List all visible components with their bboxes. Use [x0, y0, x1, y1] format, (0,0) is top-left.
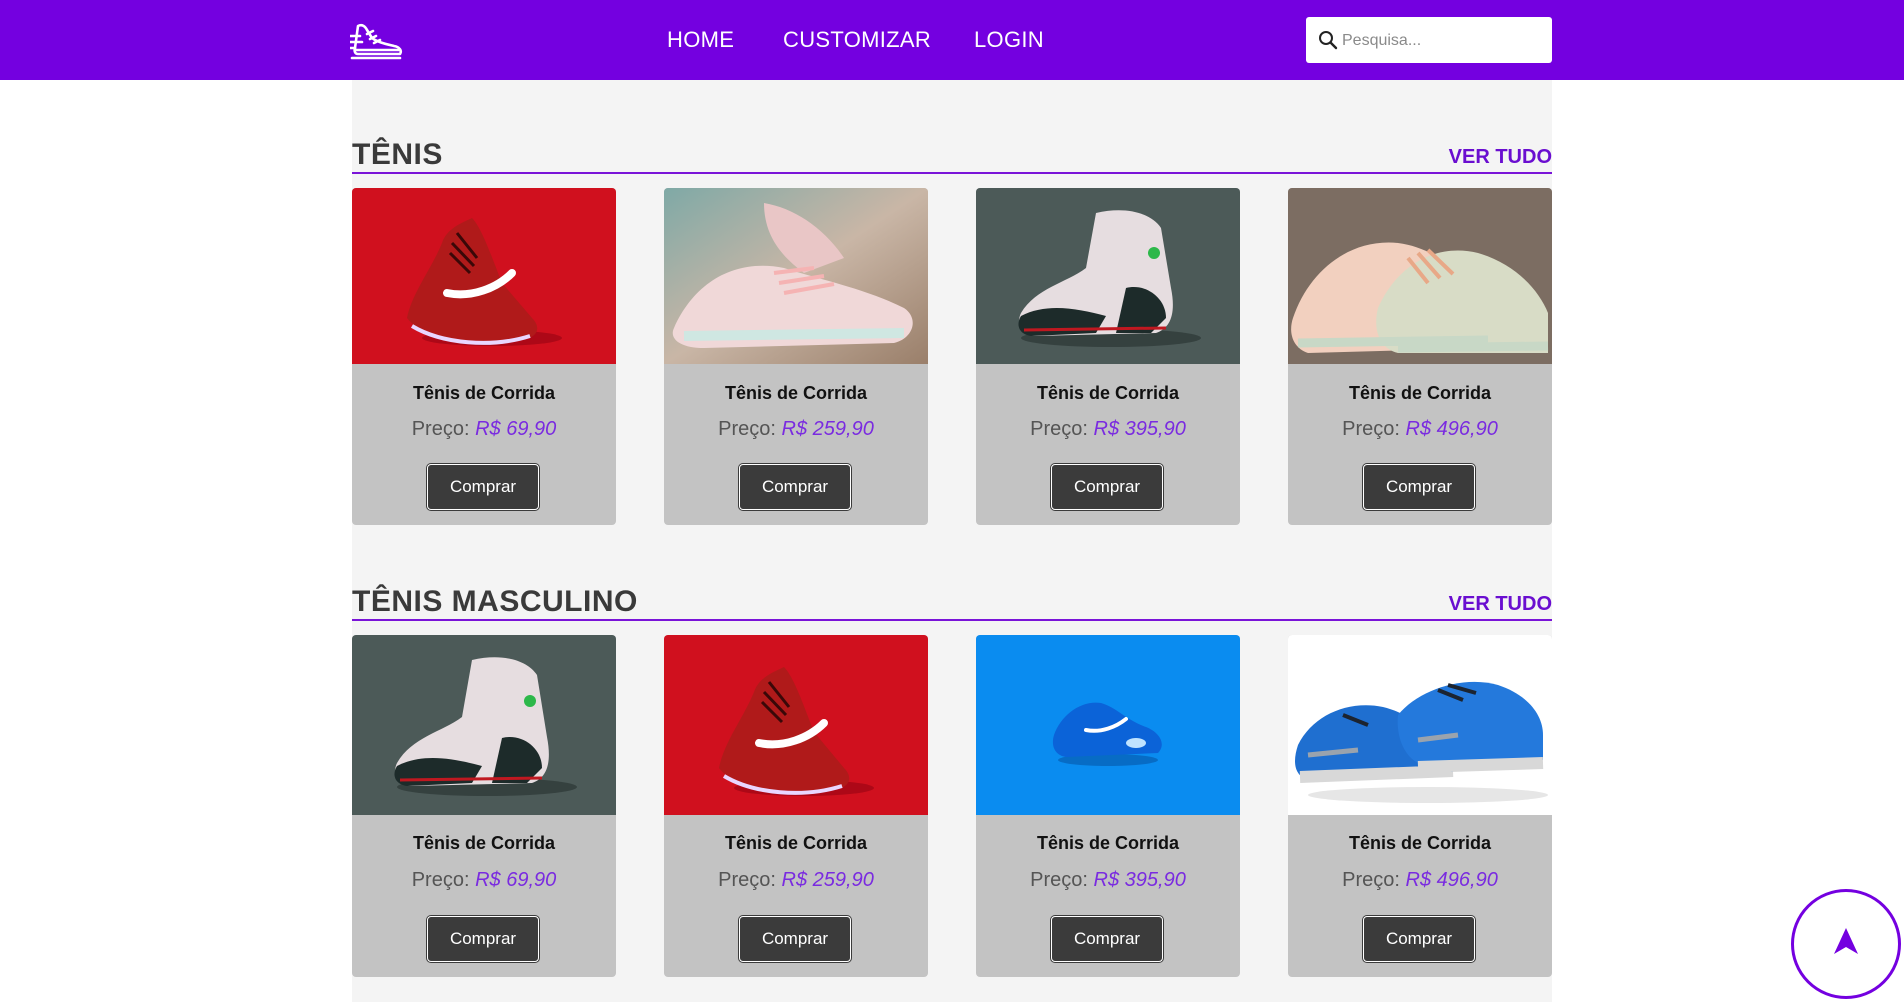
product-image-red-running-shoe[interactable] [664, 635, 928, 815]
product-card: Tênis de Corrida Preço: R$ 496,90 Compra… [1288, 188, 1552, 525]
product-name: Tênis de Corrida [724, 833, 868, 853]
search-box [1306, 17, 1552, 65]
product-price: R$ 395,90 [1093, 869, 1186, 891]
price-label: Preço: [411, 418, 470, 440]
price-label: Preço: [1030, 418, 1088, 440]
product-price-line: Preço: R$ 395,90 [976, 418, 1240, 441]
buy-button[interactable]: Comprar [1363, 464, 1475, 510]
product-price-line: Preço: R$ 395,90 [976, 869, 1240, 892]
price-label: Preço: [718, 418, 776, 440]
price-label: Preço: [411, 869, 470, 891]
main-content: TÊNIS VER TUDO Tênis de Corrida Preço: R… [352, 80, 1552, 1002]
product-price: R$ 496,90 [1405, 418, 1498, 440]
product-price: R$ 496,90 [1405, 869, 1498, 891]
section-title: TÊNIS [352, 138, 443, 171]
product-card: Tênis de Corrida Preço: R$ 259,90 Compra… [664, 635, 928, 977]
product-image-pastel-knit-sneakers[interactable] [1288, 188, 1552, 364]
running-shoe-icon[interactable] [348, 20, 404, 60]
price-label: Preço: [718, 869, 776, 891]
product-name: Tênis de Corrida [1036, 833, 1180, 853]
product-image-white-black-high-top[interactable] [976, 188, 1240, 364]
product-name: Tênis de Corrida [724, 383, 868, 403]
see-all-link[interactable]: VER TUDO [1449, 146, 1552, 169]
section-header: TÊNIS VER TUDO [352, 130, 1552, 174]
price-label: Preço: [1342, 869, 1400, 891]
product-card: Tênis de Corrida Preço: R$ 395,90 Compra… [976, 635, 1240, 977]
nav-login[interactable]: LOGIN [974, 27, 1044, 53]
back-to-top-button[interactable] [1791, 889, 1901, 999]
price-label: Preço: [1030, 869, 1088, 891]
product-price-line: Preço: R$ 496,90 [1288, 869, 1552, 892]
nav-home[interactable]: HOME [667, 27, 734, 53]
product-price-line: Preço: R$ 259,90 [664, 418, 928, 441]
product-card: Tênis de Corrida Preço: R$ 259,90 Compra… [664, 188, 928, 525]
section-header: TÊNIS MASCULINO VER TUDO [352, 577, 1552, 621]
product-card: Tênis de Corrida Preço: R$ 69,90 Comprar [352, 188, 616, 525]
buy-button[interactable]: Comprar [1363, 916, 1475, 962]
product-image-blue-running-pair[interactable] [1288, 635, 1552, 815]
product-price-line: Preço: R$ 496,90 [1288, 418, 1552, 441]
buy-button[interactable]: Comprar [739, 916, 851, 962]
buy-button[interactable]: Comprar [427, 464, 539, 510]
product-price: R$ 69,90 [475, 869, 557, 891]
product-image-pastel-pink-sneakers[interactable] [664, 188, 928, 364]
product-price-line: Preço: R$ 69,90 [352, 418, 616, 441]
product-price: R$ 395,90 [1093, 418, 1186, 440]
search-icon[interactable] [1318, 30, 1338, 50]
arrow-up-icon [1834, 928, 1858, 954]
price-label: Preço: [1342, 418, 1400, 440]
product-name: Tênis de Corrida [1348, 383, 1492, 403]
product-price: R$ 69,90 [475, 418, 557, 440]
product-card: Tênis de Corrida Preço: R$ 496,90 Compra… [1288, 635, 1552, 977]
buy-button[interactable]: Comprar [739, 464, 851, 510]
product-image-red-running-shoe[interactable] [352, 188, 616, 364]
search-input[interactable] [1340, 17, 1544, 65]
top-navbar: HOME CUSTOMIZAR LOGIN [0, 0, 1904, 80]
product-price: R$ 259,90 [781, 418, 874, 440]
nav-customizar[interactable]: CUSTOMIZAR [783, 27, 931, 53]
product-price: R$ 259,90 [781, 869, 874, 891]
section-title: TÊNIS MASCULINO [352, 585, 638, 618]
product-image-blue-air-sneaker[interactable] [976, 635, 1240, 815]
product-name: Tênis de Corrida [412, 383, 556, 403]
product-price-line: Preço: R$ 69,90 [352, 869, 616, 892]
product-name: Tênis de Corrida [412, 833, 556, 853]
see-all-link[interactable]: VER TUDO [1449, 593, 1552, 616]
product-image-white-black-high-top[interactable] [352, 635, 616, 815]
product-name: Tênis de Corrida [1348, 833, 1492, 853]
product-name: Tênis de Corrida [1036, 383, 1180, 403]
buy-button[interactable]: Comprar [427, 916, 539, 962]
buy-button[interactable]: Comprar [1051, 916, 1163, 962]
product-card: Tênis de Corrida Preço: R$ 395,90 Compra… [976, 188, 1240, 525]
product-price-line: Preço: R$ 259,90 [664, 869, 928, 892]
product-card: Tênis de Corrida Preço: R$ 69,90 Comprar [352, 635, 616, 977]
buy-button[interactable]: Comprar [1051, 464, 1163, 510]
